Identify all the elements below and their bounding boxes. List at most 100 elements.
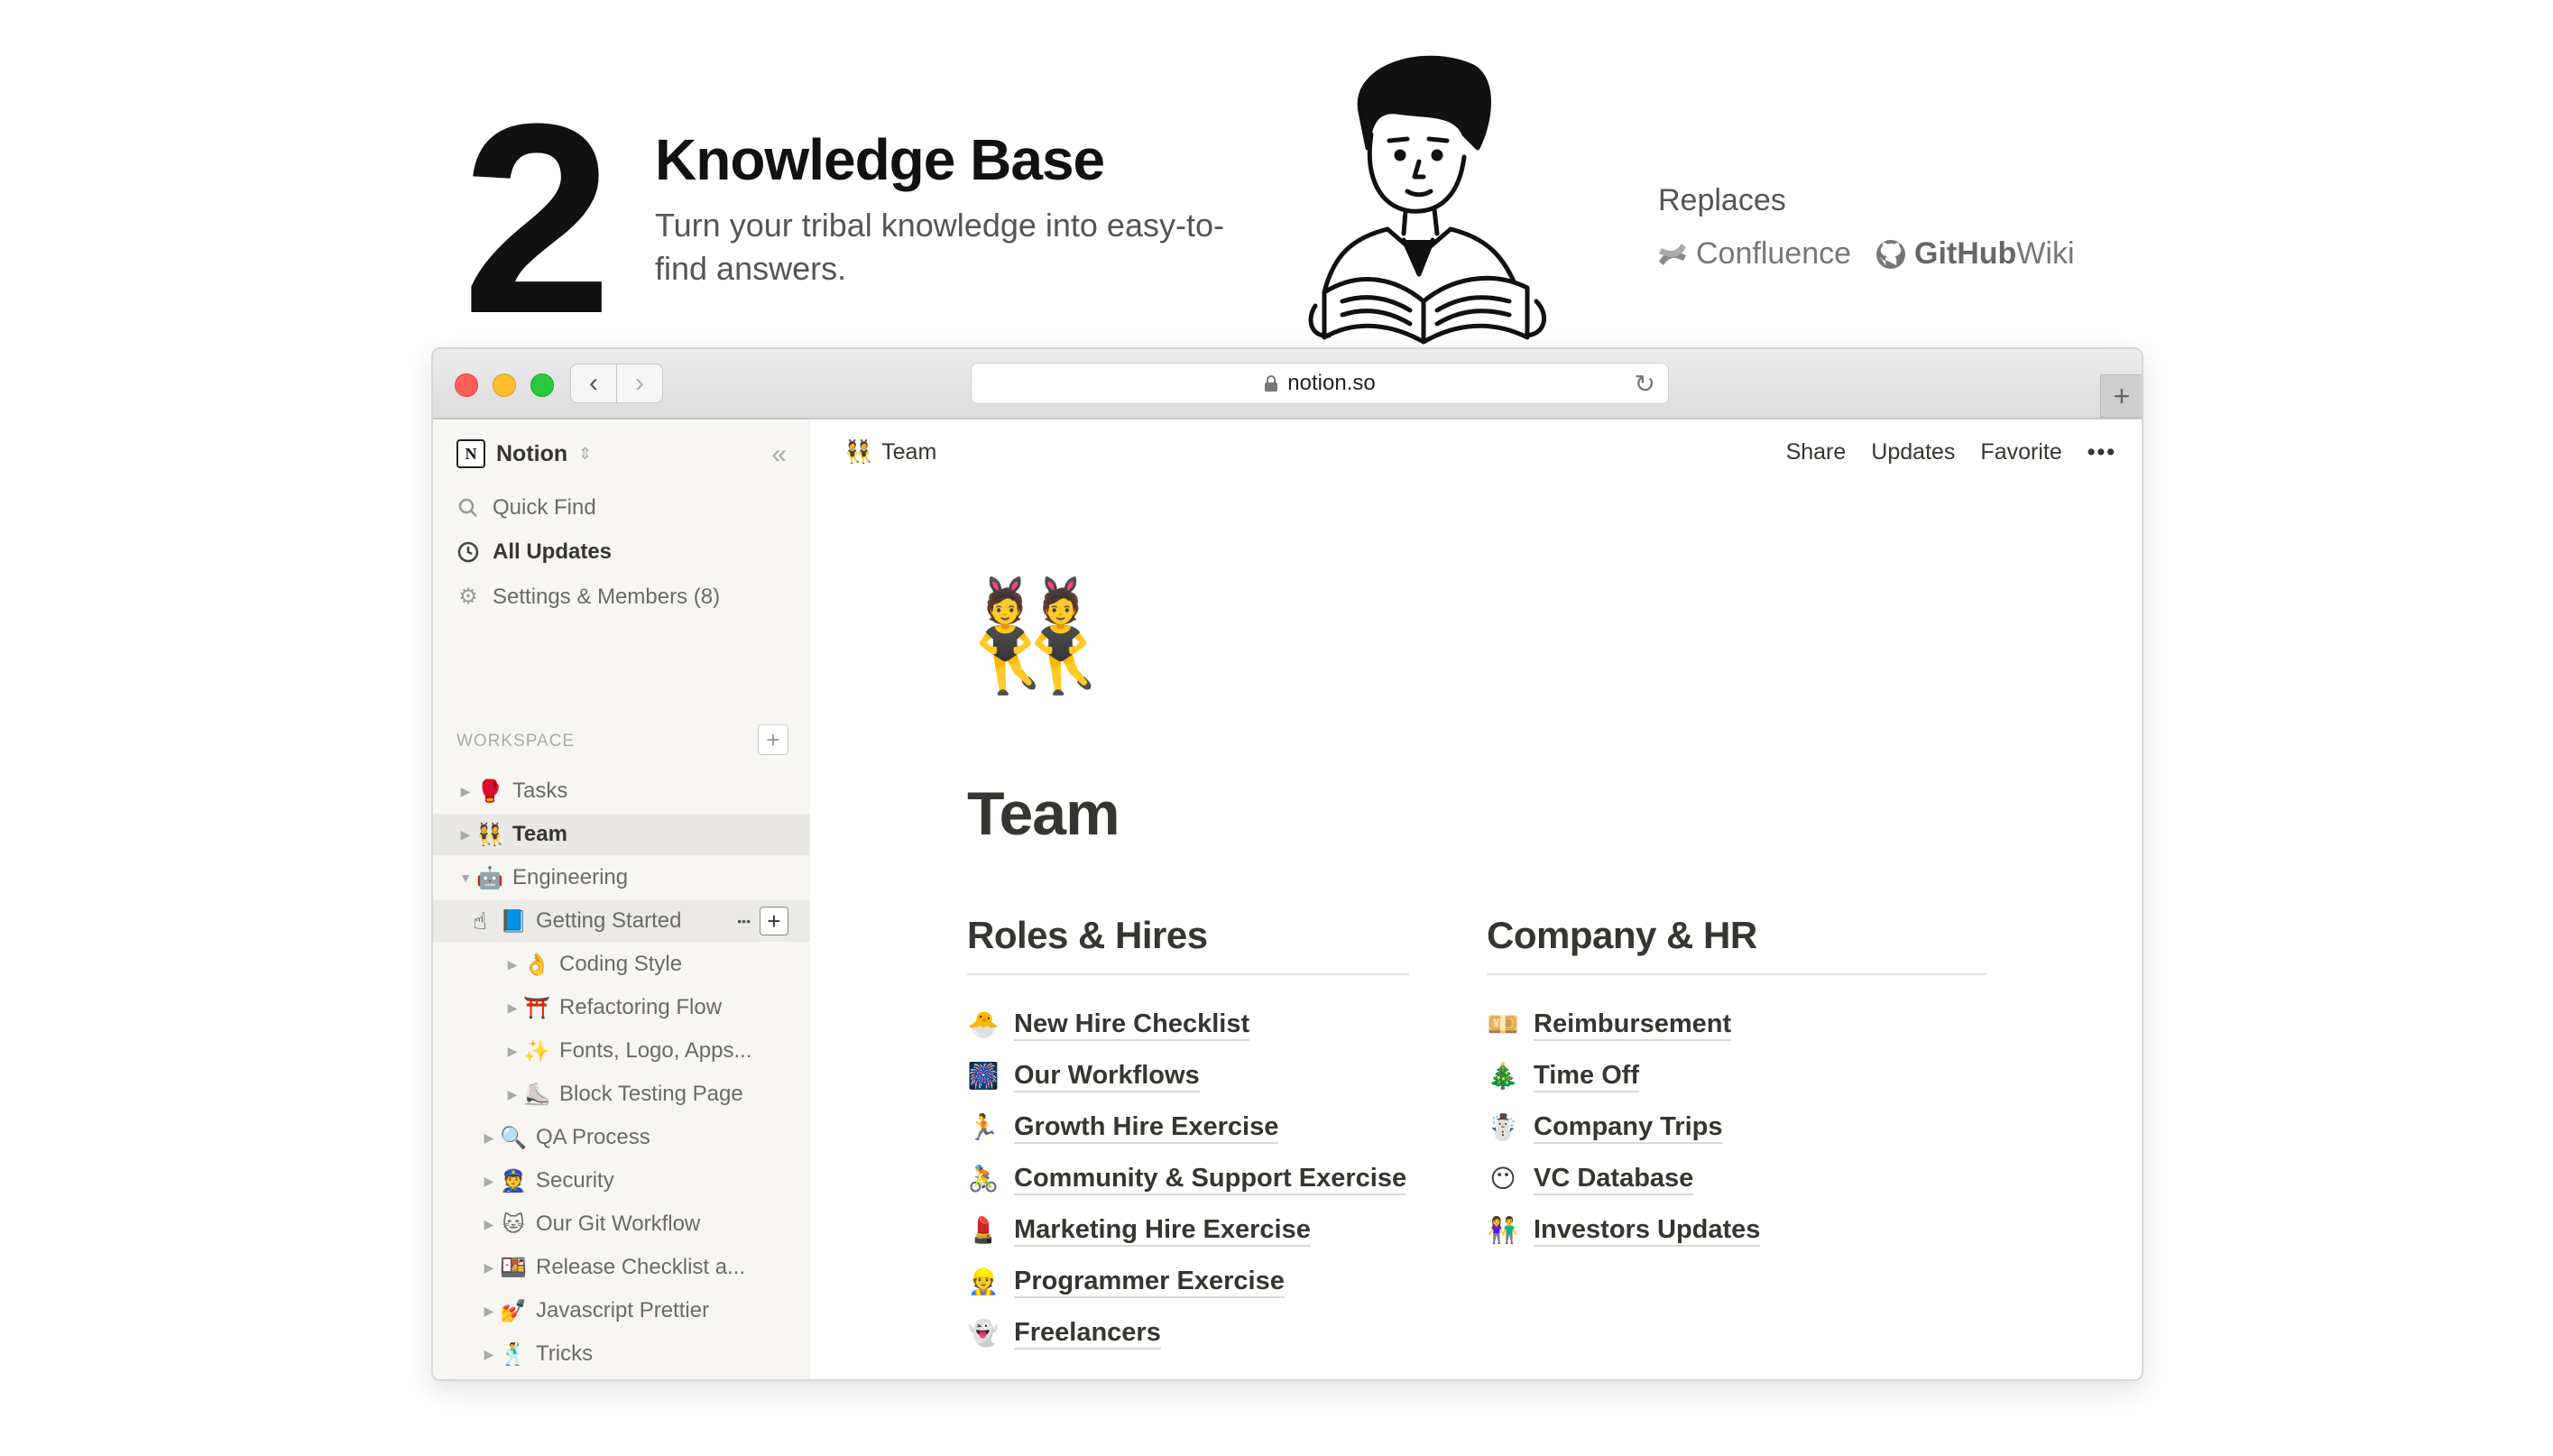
- page-link[interactable]: 🐣 New Hire Checklist: [967, 999, 1409, 1050]
- confluence-icon: [1659, 243, 1686, 265]
- add-subpage-button[interactable]: +: [760, 907, 788, 935]
- workspace-switcher[interactable]: N Notion ⇕: [456, 439, 592, 468]
- sidebar-item[interactable]: ▶ 💅 Javascript Prettier: [433, 1290, 810, 1332]
- confluence-label: Confluence: [1696, 236, 1852, 271]
- updates-button[interactable]: Updates: [1871, 439, 1955, 465]
- sidebar-item-label: Coding Style: [559, 952, 683, 976]
- caret-right-icon[interactable]: ▶: [503, 1000, 521, 1016]
- sidebar-item[interactable]: ▶ 🍱 Release Checklist a...: [433, 1247, 810, 1288]
- caret-right-icon[interactable]: ▶: [503, 1087, 521, 1102]
- link-label: Programmer Exercise: [1014, 1266, 1285, 1298]
- page-emoji-icon: 📘: [500, 908, 527, 934]
- section-number: 2: [462, 67, 613, 370]
- page-link[interactable]: 👻 Freelancers: [967, 1307, 1409, 1359]
- chevron-right-icon: ›: [635, 368, 644, 398]
- sidebar-item[interactable]: ▶ 🥊 Tasks: [433, 770, 810, 812]
- caret-down-icon[interactable]: ▼: [456, 871, 475, 885]
- link-label: Community & Support Exercise: [1014, 1163, 1407, 1195]
- more-options-icon[interactable]: •••: [2088, 439, 2116, 465]
- caret-right-icon[interactable]: ▶: [480, 1217, 498, 1232]
- page-link[interactable]: 👫 Investors Updates: [1487, 1204, 1986, 1256]
- caret-right-icon[interactable]: ▶: [456, 827, 475, 843]
- forward-button[interactable]: ›: [617, 364, 663, 403]
- page-emoji-icon: 💅: [500, 1298, 527, 1323]
- link-list: 💴 Reimbursement 🎄 Time Off ☃️ Company Trips 😶 V…: [1487, 999, 1986, 1256]
- close-window-button[interactable]: [455, 373, 478, 397]
- link-emoji-icon: 🎆: [967, 1062, 1000, 1090]
- caret-right-icon[interactable]: ▶: [456, 784, 475, 799]
- maximize-window-button[interactable]: [530, 373, 554, 397]
- page-link[interactable]: 👷 Programmer Exercise: [967, 1256, 1409, 1307]
- sidebar-item-label: Security: [536, 1168, 614, 1193]
- sidebar-item[interactable]: ▶ 👮 Security: [433, 1160, 810, 1202]
- page-link[interactable]: 💄 Marketing Hire Exercise: [967, 1204, 1409, 1256]
- collapse-sidebar-icon[interactable]: «: [771, 439, 787, 470]
- history-nav: ‹ ›: [570, 364, 663, 403]
- page-emoji-icon: 🥊: [476, 779, 503, 804]
- caret-right-icon[interactable]: ▶: [480, 1260, 498, 1276]
- page-link[interactable]: 💴 Reimbursement: [1487, 999, 1986, 1050]
- minimize-window-button[interactable]: [493, 373, 516, 397]
- caret-right-icon[interactable]: ▶: [480, 1347, 498, 1362]
- sidebar-item[interactable]: ▶ 🐱 Our Git Workflow: [433, 1203, 810, 1245]
- page-emoji-icon: ✨: [523, 1038, 550, 1064]
- favorite-button[interactable]: Favorite: [1980, 439, 2061, 465]
- settings-item[interactable]: ⚙ Settings & Members (8): [456, 584, 720, 610]
- chevron-left-icon: ‹: [589, 368, 598, 398]
- sidebar-item-label: Team: [512, 822, 567, 846]
- link-emoji-icon: 😶: [1489, 1165, 1516, 1193]
- page-options-icon[interactable]: •••: [737, 914, 751, 928]
- page-emoji-icon: 🐱: [502, 1212, 525, 1237]
- add-page-button[interactable]: +: [758, 724, 788, 755]
- page-link[interactable]: 🎄 Time Off: [1487, 1050, 1986, 1101]
- link-label: New Hire Checklist: [1014, 1009, 1250, 1041]
- sidebar-item-label: Block Testing Page: [559, 1082, 743, 1106]
- sidebar-item[interactable]: ▶ ⛸️ Block Testing Page: [433, 1074, 810, 1115]
- caret-right-icon[interactable]: ▶: [503, 957, 521, 972]
- sidebar-item[interactable]: ▶ 👌 Coding Style: [433, 944, 810, 985]
- sidebar-item-label: Refactoring Flow: [559, 995, 723, 1019]
- page-link[interactable]: 🎆 Our Workflows: [967, 1050, 1409, 1101]
- sidebar-item-label: QA Process: [536, 1125, 650, 1149]
- sidebar-item[interactable]: ▶ 👯 Team: [433, 814, 810, 855]
- page-link[interactable]: 🚴 Community & Support Exercise: [967, 1153, 1409, 1204]
- quick-find-item[interactable]: Quick Find: [456, 495, 596, 521]
- sidebar-item[interactable]: ▶ ✨ Fonts, Logo, Apps...: [433, 1030, 810, 1072]
- page-title[interactable]: Team: [967, 779, 1120, 849]
- page-emoji-icon: 👯: [476, 822, 503, 847]
- link-label: Reimbursement: [1534, 1009, 1732, 1041]
- link-label: Time Off: [1534, 1060, 1640, 1092]
- confluence-brand: Confluence: [1656, 236, 1851, 272]
- page-link[interactable]: 😶 VC Database: [1487, 1153, 1986, 1204]
- page-link[interactable]: 🏃 Growth Hire Exercise: [967, 1101, 1409, 1153]
- page-link[interactable]: ☃️ Company Trips: [1487, 1101, 1986, 1153]
- share-button[interactable]: Share: [1786, 439, 1847, 465]
- reload-icon[interactable]: ↻: [1635, 369, 1655, 399]
- link-label: Freelancers: [1014, 1317, 1161, 1350]
- link-emoji-icon: 👫: [1487, 1216, 1519, 1244]
- clock-icon: [457, 541, 479, 563]
- sidebar-item[interactable]: ▼ 🤖 Engineering: [433, 857, 810, 898]
- all-updates-item[interactable]: All Updates: [456, 539, 612, 565]
- github-icon: [1876, 239, 1906, 269]
- page-icon[interactable]: 👯: [967, 582, 1101, 690]
- roles-hires-column: Roles & Hires 🐣 New Hire Checklist 🎆 Our Wo…: [967, 914, 1409, 1359]
- caret-right-icon[interactable]: ▶: [480, 1130, 498, 1146]
- caret-right-icon[interactable]: ▶: [480, 1174, 498, 1189]
- page-emoji-icon: 👮: [500, 1168, 527, 1193]
- browser-window: ‹ › notion.so ↻ + N Notion ⇕ « Quick Fin…: [431, 347, 2143, 1381]
- workspace-name: Notion: [496, 440, 568, 466]
- back-button[interactable]: ‹: [570, 364, 617, 403]
- breadcrumb[interactable]: 👯 Team: [844, 439, 936, 465]
- sidebar-item[interactable]: ▶ 🕺 Tricks: [433, 1333, 810, 1375]
- sidebar-item[interactable]: ▶👷Code Guidelines: [433, 1377, 810, 1379]
- caret-right-icon[interactable]: ▶: [480, 1304, 498, 1319]
- sidebar-item[interactable]: ▶ 🔍 QA Process: [433, 1117, 810, 1158]
- link-emoji-icon: 👷: [967, 1267, 1000, 1295]
- sidebar-item[interactable]: ▶ ⛩️ Refactoring Flow: [433, 987, 810, 1028]
- caret-right-icon[interactable]: ▶: [503, 1044, 521, 1059]
- address-bar[interactable]: notion.so ↻: [971, 363, 1669, 404]
- new-tab-button[interactable]: +: [2100, 374, 2142, 418]
- sidebar-item[interactable]: 📘 Getting Started ••• + ☝: [433, 900, 810, 942]
- github-label: GitHub: [1914, 236, 2017, 271]
